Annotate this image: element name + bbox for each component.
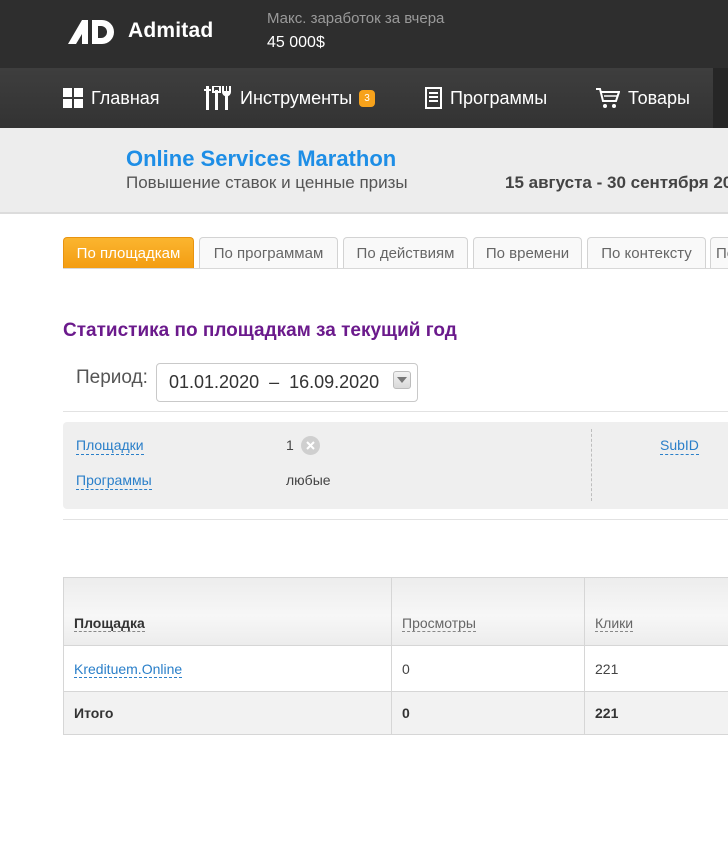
date-to: 16.09.2020 — [289, 372, 380, 392]
tab-more[interactable]: По — [710, 237, 728, 269]
divider — [63, 519, 728, 520]
period-picker[interactable]: 01.01.2020 – 16.09.2020 — [156, 363, 418, 402]
filter-programs-link[interactable]: Программы — [76, 472, 152, 490]
earnings-label: Макс. заработок за вчера — [267, 10, 445, 27]
nav-item-label: Инструменты — [240, 87, 353, 108]
promo-banner[interactable]: Online Services Marathon Повышение ставо… — [0, 128, 728, 214]
stats-tabs: По площадкам По программам По действиям … — [63, 237, 728, 269]
filters-panel: Площадки 1 Программы любые SubID — [63, 422, 728, 509]
filter-divider — [591, 429, 592, 501]
tab-by-actions[interactable]: По действиям — [343, 237, 468, 269]
nav-item-tools[interactable]: Инструменты 3 — [204, 68, 375, 128]
nav-item-programs[interactable]: Программы — [425, 68, 547, 128]
tab-by-time[interactable]: По времени — [473, 237, 582, 269]
banner-title: Online Services Marathon — [126, 146, 397, 171]
column-header-site[interactable]: Площадка — [63, 577, 392, 646]
filter-programs-value: любые — [286, 472, 331, 488]
nav-item-home[interactable]: Главная — [63, 68, 160, 128]
divider — [63, 411, 728, 412]
page-title: Статистика по площадкам за текущий год — [63, 320, 457, 341]
banner-dates: 15 августа - 30 сентября 2020 — [505, 173, 728, 192]
total-views: 0 — [391, 691, 585, 735]
period-label: Период: — [76, 367, 148, 388]
column-header-views[interactable]: Просмотры — [391, 577, 585, 646]
chevron-down-icon[interactable] — [393, 371, 411, 389]
total-row: Итого 0 221 — [63, 691, 728, 735]
logo-text: Admitad — [128, 19, 214, 42]
filter-subid-link[interactable]: SubID — [660, 437, 699, 455]
nav-item-products[interactable]: Товары — [596, 68, 690, 128]
notification-badge: 3 — [359, 89, 375, 107]
nav-item-label: Товары — [628, 87, 690, 108]
admitad-logo-icon — [68, 20, 114, 44]
total-label: Итого — [63, 691, 392, 735]
date-separator: – — [269, 372, 280, 392]
nav-divider — [713, 68, 728, 128]
table-row: Kredituem.Online 0 221 — [63, 645, 728, 692]
site-cell: Kredituem.Online — [63, 645, 392, 692]
tools-icon — [204, 86, 231, 110]
site-link[interactable]: Kredituem.Online — [74, 660, 183, 678]
admitad-logo[interactable]: Admitad — [66, 16, 213, 46]
tab-by-context[interactable]: По контексту — [587, 237, 706, 269]
top-header: Admitad Макс. заработок за вчера 45 000$… — [0, 0, 728, 128]
views-cell: 0 — [391, 645, 585, 692]
total-clicks: 221 — [584, 691, 728, 735]
cart-icon — [596, 88, 620, 108]
document-icon — [425, 87, 442, 109]
earnings-value: 45 000$ — [267, 34, 325, 51]
tabs-baseline — [63, 268, 728, 269]
grid-icon — [63, 88, 83, 108]
clear-filter-icon[interactable] — [301, 436, 320, 455]
stats-table: Площадка Просмотры Клики Kredituem.Onlin… — [63, 577, 728, 737]
clicks-cell: 221 — [584, 645, 728, 692]
filter-sites-value: 1 — [286, 437, 294, 453]
date-from: 01.01.2020 — [169, 372, 260, 392]
main-nav: Главная Инструменты 3 Программы Товары — [0, 68, 728, 128]
filter-sites-link[interactable]: Площадки — [76, 437, 144, 455]
column-header-clicks[interactable]: Клики — [584, 577, 728, 646]
tab-by-programs[interactable]: По программам — [199, 237, 338, 269]
nav-item-label: Программы — [450, 87, 548, 108]
nav-item-label: Главная — [91, 87, 160, 108]
banner-subtitle: Повышение ставок и ценные призы — [126, 173, 408, 192]
tab-by-sites[interactable]: По площадкам — [63, 237, 194, 269]
